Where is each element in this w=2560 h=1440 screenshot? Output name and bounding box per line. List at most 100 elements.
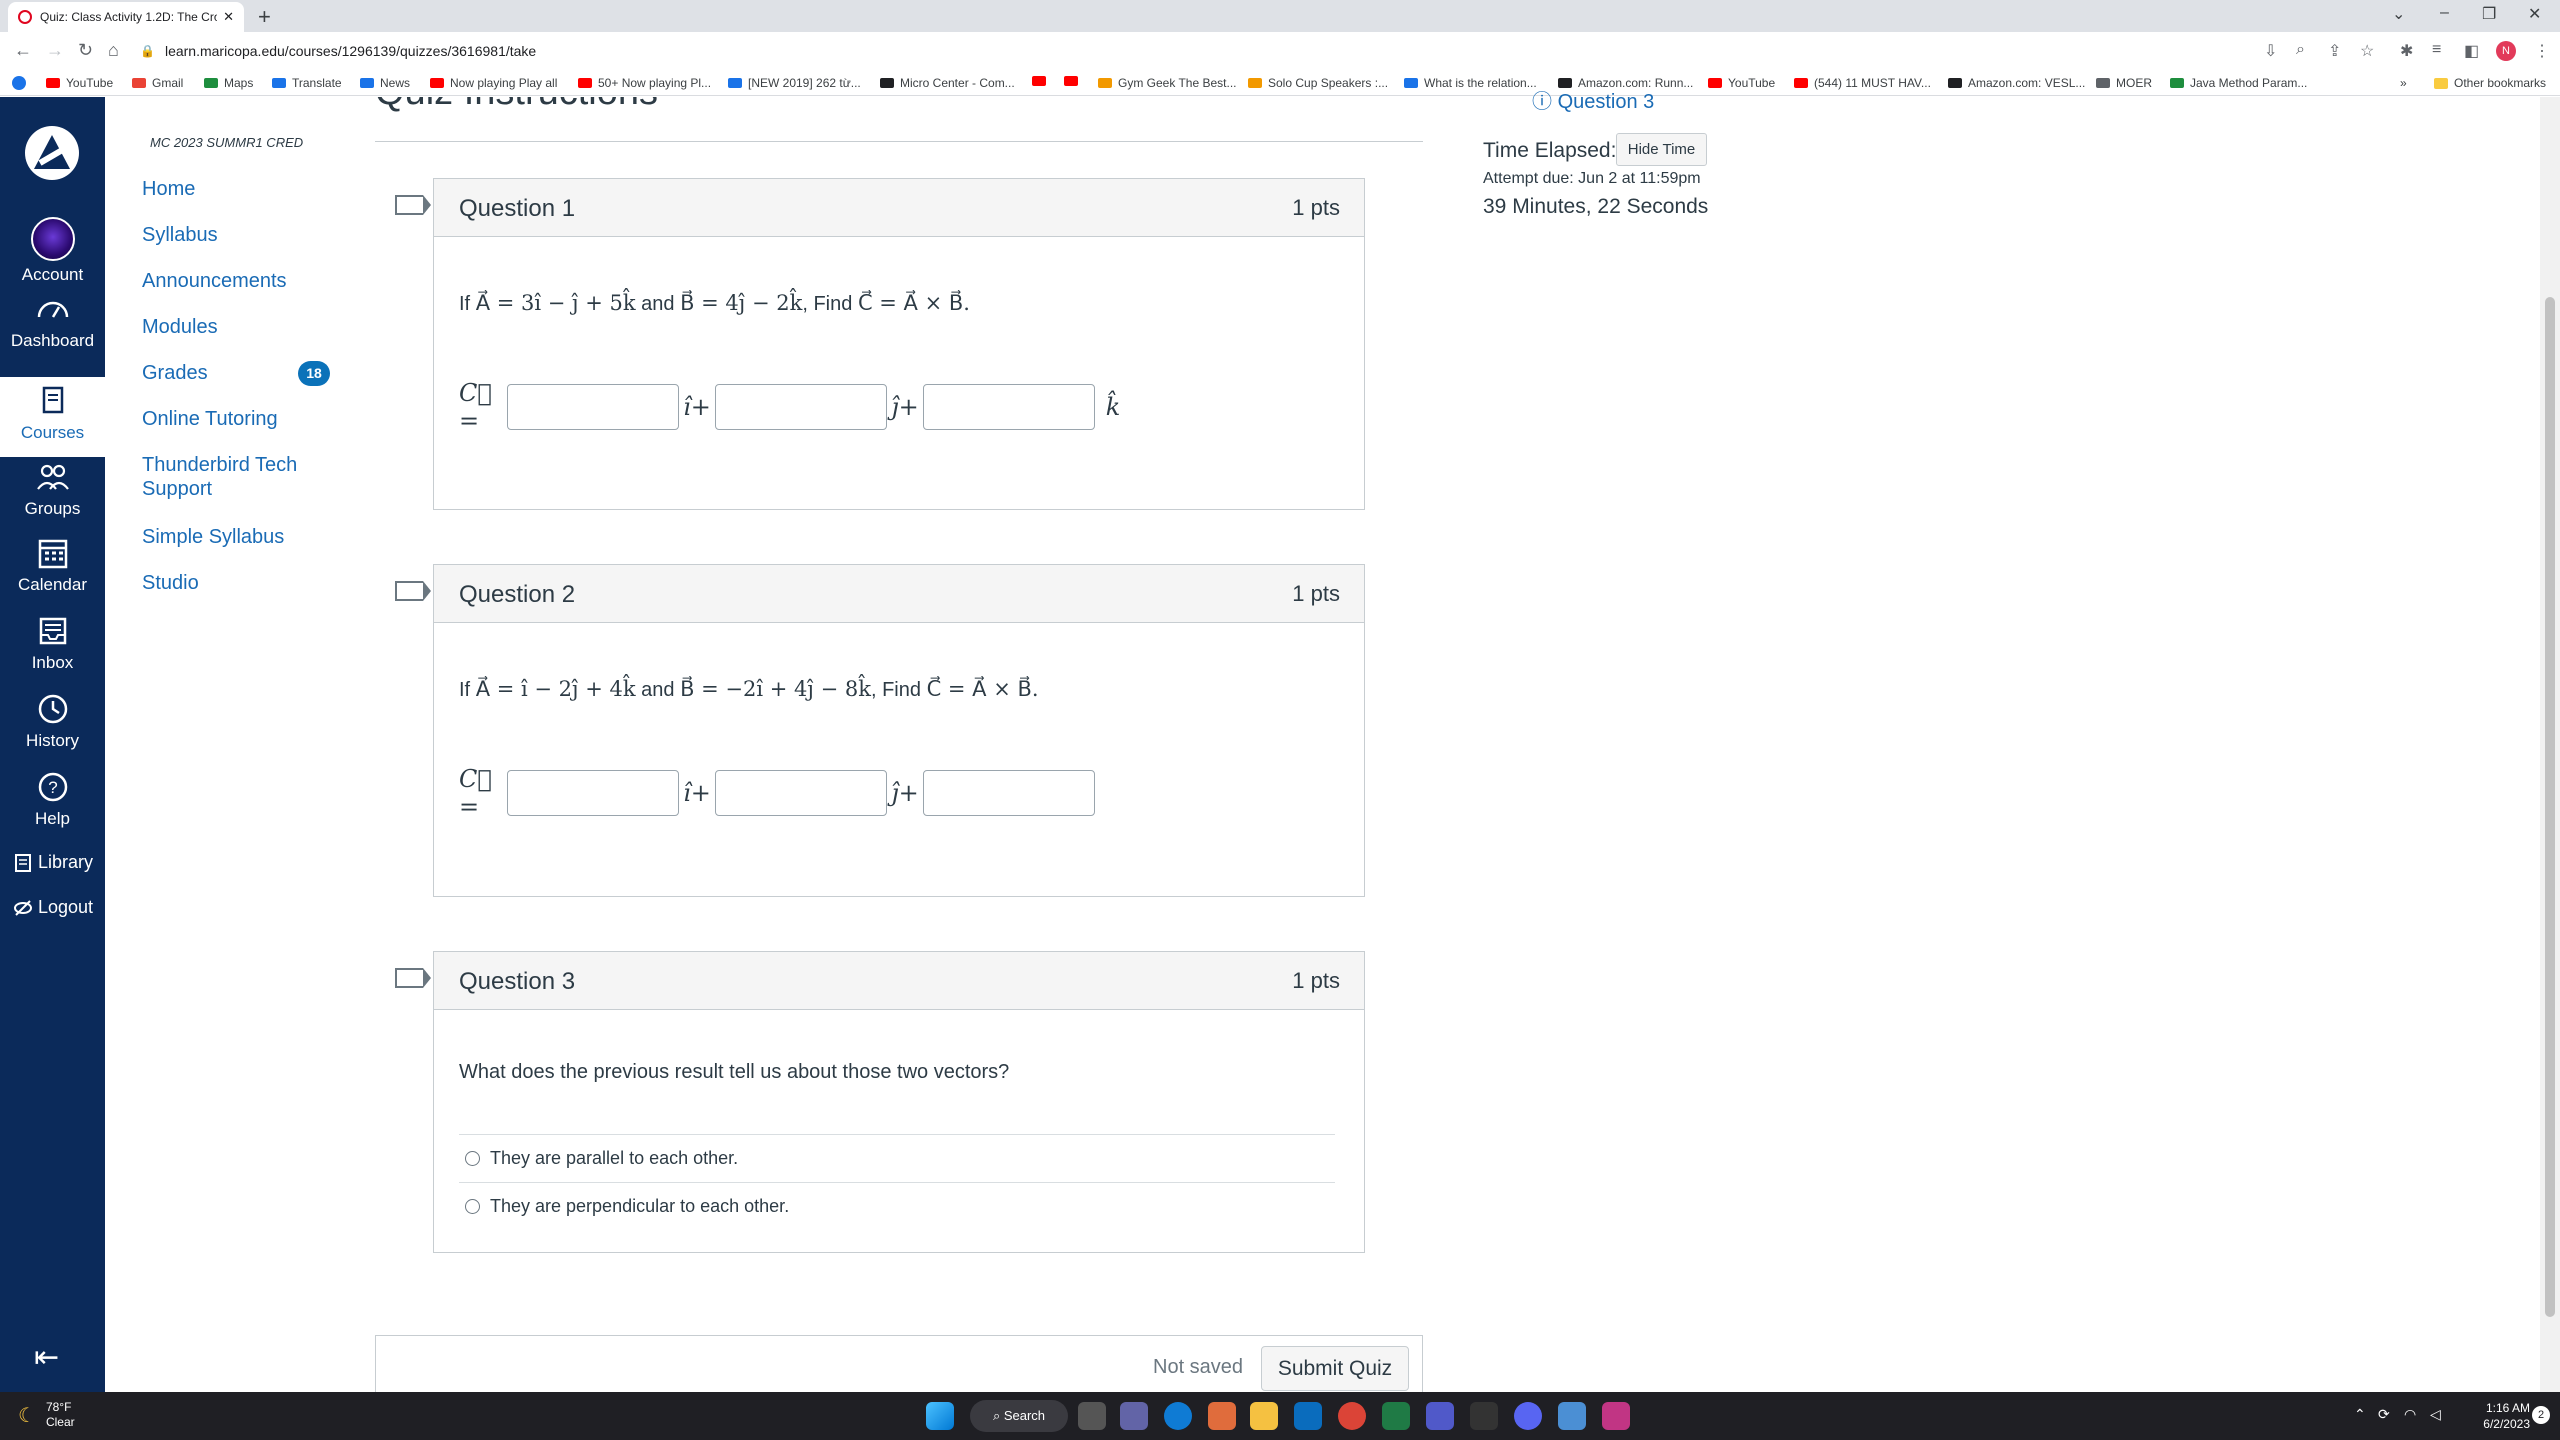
home-icon[interactable]: ⌂ <box>108 40 119 61</box>
bookmark-item[interactable]: Maps <box>204 76 253 90</box>
new-tab-icon[interactable]: + <box>258 4 271 30</box>
question-3-link[interactable]: ⓘ Question 3 <box>1532 85 1654 114</box>
flag-question-icon[interactable] <box>395 195 431 215</box>
radio-button[interactable] <box>465 1151 480 1166</box>
install-icon[interactable]: ⇩ <box>2264 41 2277 61</box>
bookmark-item[interactable]: YouTube <box>1708 76 1775 90</box>
nav-dashboard[interactable]: Dashboard <box>0 293 105 351</box>
collapse-nav-icon[interactable]: ⇤ <box>34 1340 59 1375</box>
bookmark-item[interactable]: MOER <box>2096 76 2152 90</box>
bookmark-item[interactable]: [NEW 2019] 262 từ... <box>728 76 861 90</box>
file-explorer-icon[interactable] <box>1250 1402 1278 1430</box>
scrollbar-thumb[interactable] <box>2545 297 2555 1317</box>
flag-question-icon[interactable] <box>395 968 431 988</box>
facebook-bookmark[interactable] <box>12 76 32 90</box>
close-tab-icon[interactable]: ✕ <box>223 9 234 25</box>
course-nav-online-tutoring[interactable]: Online Tutoring <box>142 407 312 431</box>
zoom-icon[interactable]: ⌕ <box>2296 41 2305 59</box>
course-nav-home[interactable]: Home <box>142 177 312 201</box>
page-scrollbar[interactable] <box>2540 97 2560 1392</box>
answer-k-input[interactable] <box>923 384 1095 430</box>
bookmark-item[interactable]: YouTube <box>46 76 113 90</box>
course-nav-tech-support[interactable]: Thunderbird Tech Support <box>142 453 312 501</box>
instagram-icon[interactable] <box>1602 1402 1630 1430</box>
flag-question-icon[interactable] <box>395 581 431 601</box>
reload-icon[interactable]: ↻ <box>78 40 93 61</box>
bookmark-item[interactable]: Amazon.com: VESL... <box>1948 76 2085 90</box>
submit-quiz-button[interactable]: Submit Quiz <box>1261 1346 1409 1391</box>
ms-store-icon[interactable] <box>1208 1402 1236 1430</box>
bookmark-item[interactable]: Gym Geek The Best... <box>1098 76 1237 90</box>
minimize-icon[interactable]: – <box>2440 4 2449 22</box>
back-icon[interactable]: ← <box>14 40 32 61</box>
nav-logout[interactable]: Logout <box>14 897 93 918</box>
answer-i-input[interactable] <box>507 384 679 430</box>
notification-badge[interactable]: 2 <box>2532 1406 2550 1424</box>
hide-time-button[interactable]: Hide Time <box>1616 133 1707 166</box>
profile-avatar[interactable]: N <box>2496 41 2516 61</box>
chat-icon[interactable] <box>1120 1402 1148 1430</box>
bookmark-item[interactable]: 50+ Now playing Pl... <box>578 76 711 90</box>
nav-inbox[interactable]: Inbox <box>0 615 105 673</box>
taskbar-search[interactable]: ⌕ Search <box>970 1400 1068 1432</box>
reading-list-icon[interactable]: ≡ <box>2432 41 2441 59</box>
volume-icon[interactable]: ◁ <box>2430 1406 2441 1423</box>
extensions-icon[interactable]: ✱ <box>2400 41 2413 61</box>
bookmark-item[interactable]: Gmail <box>132 76 183 90</box>
nav-history[interactable]: History <box>0 693 105 751</box>
answer-option[interactable]: They are perpendicular to each other. <box>459 1182 1335 1230</box>
nav-help[interactable]: ? Help <box>0 771 105 829</box>
institution-logo-icon[interactable] <box>24 125 80 181</box>
wifi-icon[interactable]: ◠ <box>2404 1406 2416 1423</box>
forward-icon[interactable]: → <box>46 40 64 61</box>
menu-icon[interactable]: ⋮ <box>2534 41 2550 61</box>
epic-games-icon[interactable] <box>1470 1402 1498 1430</box>
books-icon[interactable] <box>1382 1402 1410 1430</box>
bookmark-item[interactable] <box>1032 76 1052 86</box>
other-bookmarks[interactable]: Other bookmarks <box>2434 76 2546 90</box>
more-bookmarks-icon[interactable]: » <box>2400 76 2407 90</box>
nav-account[interactable]: Account <box>0 217 105 285</box>
course-nav-modules[interactable]: Modules <box>142 315 312 339</box>
bookmark-item[interactable]: Now playing Play all <box>430 76 557 90</box>
course-nav-syllabus[interactable]: Syllabus <box>142 223 312 247</box>
course-nav-simple-syllabus[interactable]: Simple Syllabus <box>142 525 312 549</box>
close-window-icon[interactable]: ✕ <box>2528 4 2541 24</box>
answer-k-input[interactable] <box>923 770 1095 816</box>
start-icon[interactable] <box>926 1402 954 1430</box>
bookmark-item[interactable]: Java Method Param... <box>2170 76 2307 90</box>
bookmark-item[interactable] <box>1064 76 1084 86</box>
answer-j-input[interactable] <box>715 770 887 816</box>
cube-app-icon[interactable] <box>1558 1402 1586 1430</box>
edge-icon[interactable] <box>1164 1402 1192 1430</box>
nav-groups[interactable]: Groups <box>0 461 105 519</box>
task-view-icon[interactable] <box>1078 1402 1106 1430</box>
mail-icon[interactable] <box>1294 1402 1322 1430</box>
nav-library[interactable]: Library <box>14 852 93 873</box>
tray-overflow-icon[interactable]: ⌃ <box>2354 1406 2366 1423</box>
weather-widget[interactable]: ☾ 78°F Clear <box>18 1400 75 1430</box>
course-nav-grades[interactable]: Grades <box>142 361 312 385</box>
teams-icon[interactable] <box>1426 1402 1454 1430</box>
bookmark-item[interactable]: Translate <box>272 76 342 90</box>
course-nav-studio[interactable]: Studio <box>142 571 312 595</box>
browser-tab[interactable]: Quiz: Class Activity 1.2D: The Cro ✕ <box>8 2 244 32</box>
bookmark-item[interactable]: What is the relation... <box>1404 76 1537 90</box>
bookmark-item[interactable]: Solo Cup Speakers :... <box>1248 76 1388 90</box>
taskbar-clock[interactable]: 1:16 AM 6/2/2023 <box>2470 1400 2530 1432</box>
address-bar[interactable]: 🔒 learn.maricopa.edu/courses/1296139/qui… <box>140 36 2240 66</box>
course-nav-announcements[interactable]: Announcements <box>142 269 312 293</box>
answer-j-input[interactable] <box>715 384 887 430</box>
bookmark-item[interactable]: (544) 11 MUST HAV... <box>1794 76 1931 90</box>
discord-icon[interactable] <box>1514 1402 1542 1430</box>
bookmark-item[interactable]: News <box>360 76 410 90</box>
sync-icon[interactable]: ⟳ <box>2378 1406 2390 1423</box>
nav-courses[interactable]: Courses <box>0 377 105 457</box>
restore-icon[interactable]: ❐ <box>2482 4 2496 24</box>
answer-i-input[interactable] <box>507 770 679 816</box>
share-icon[interactable]: ⇪ <box>2328 41 2341 61</box>
side-panel-icon[interactable]: ◧ <box>2464 41 2479 61</box>
radio-button[interactable] <box>465 1199 480 1214</box>
chrome-icon[interactable] <box>1338 1402 1366 1430</box>
answer-option[interactable]: They are parallel to each other. <box>459 1134 1335 1182</box>
